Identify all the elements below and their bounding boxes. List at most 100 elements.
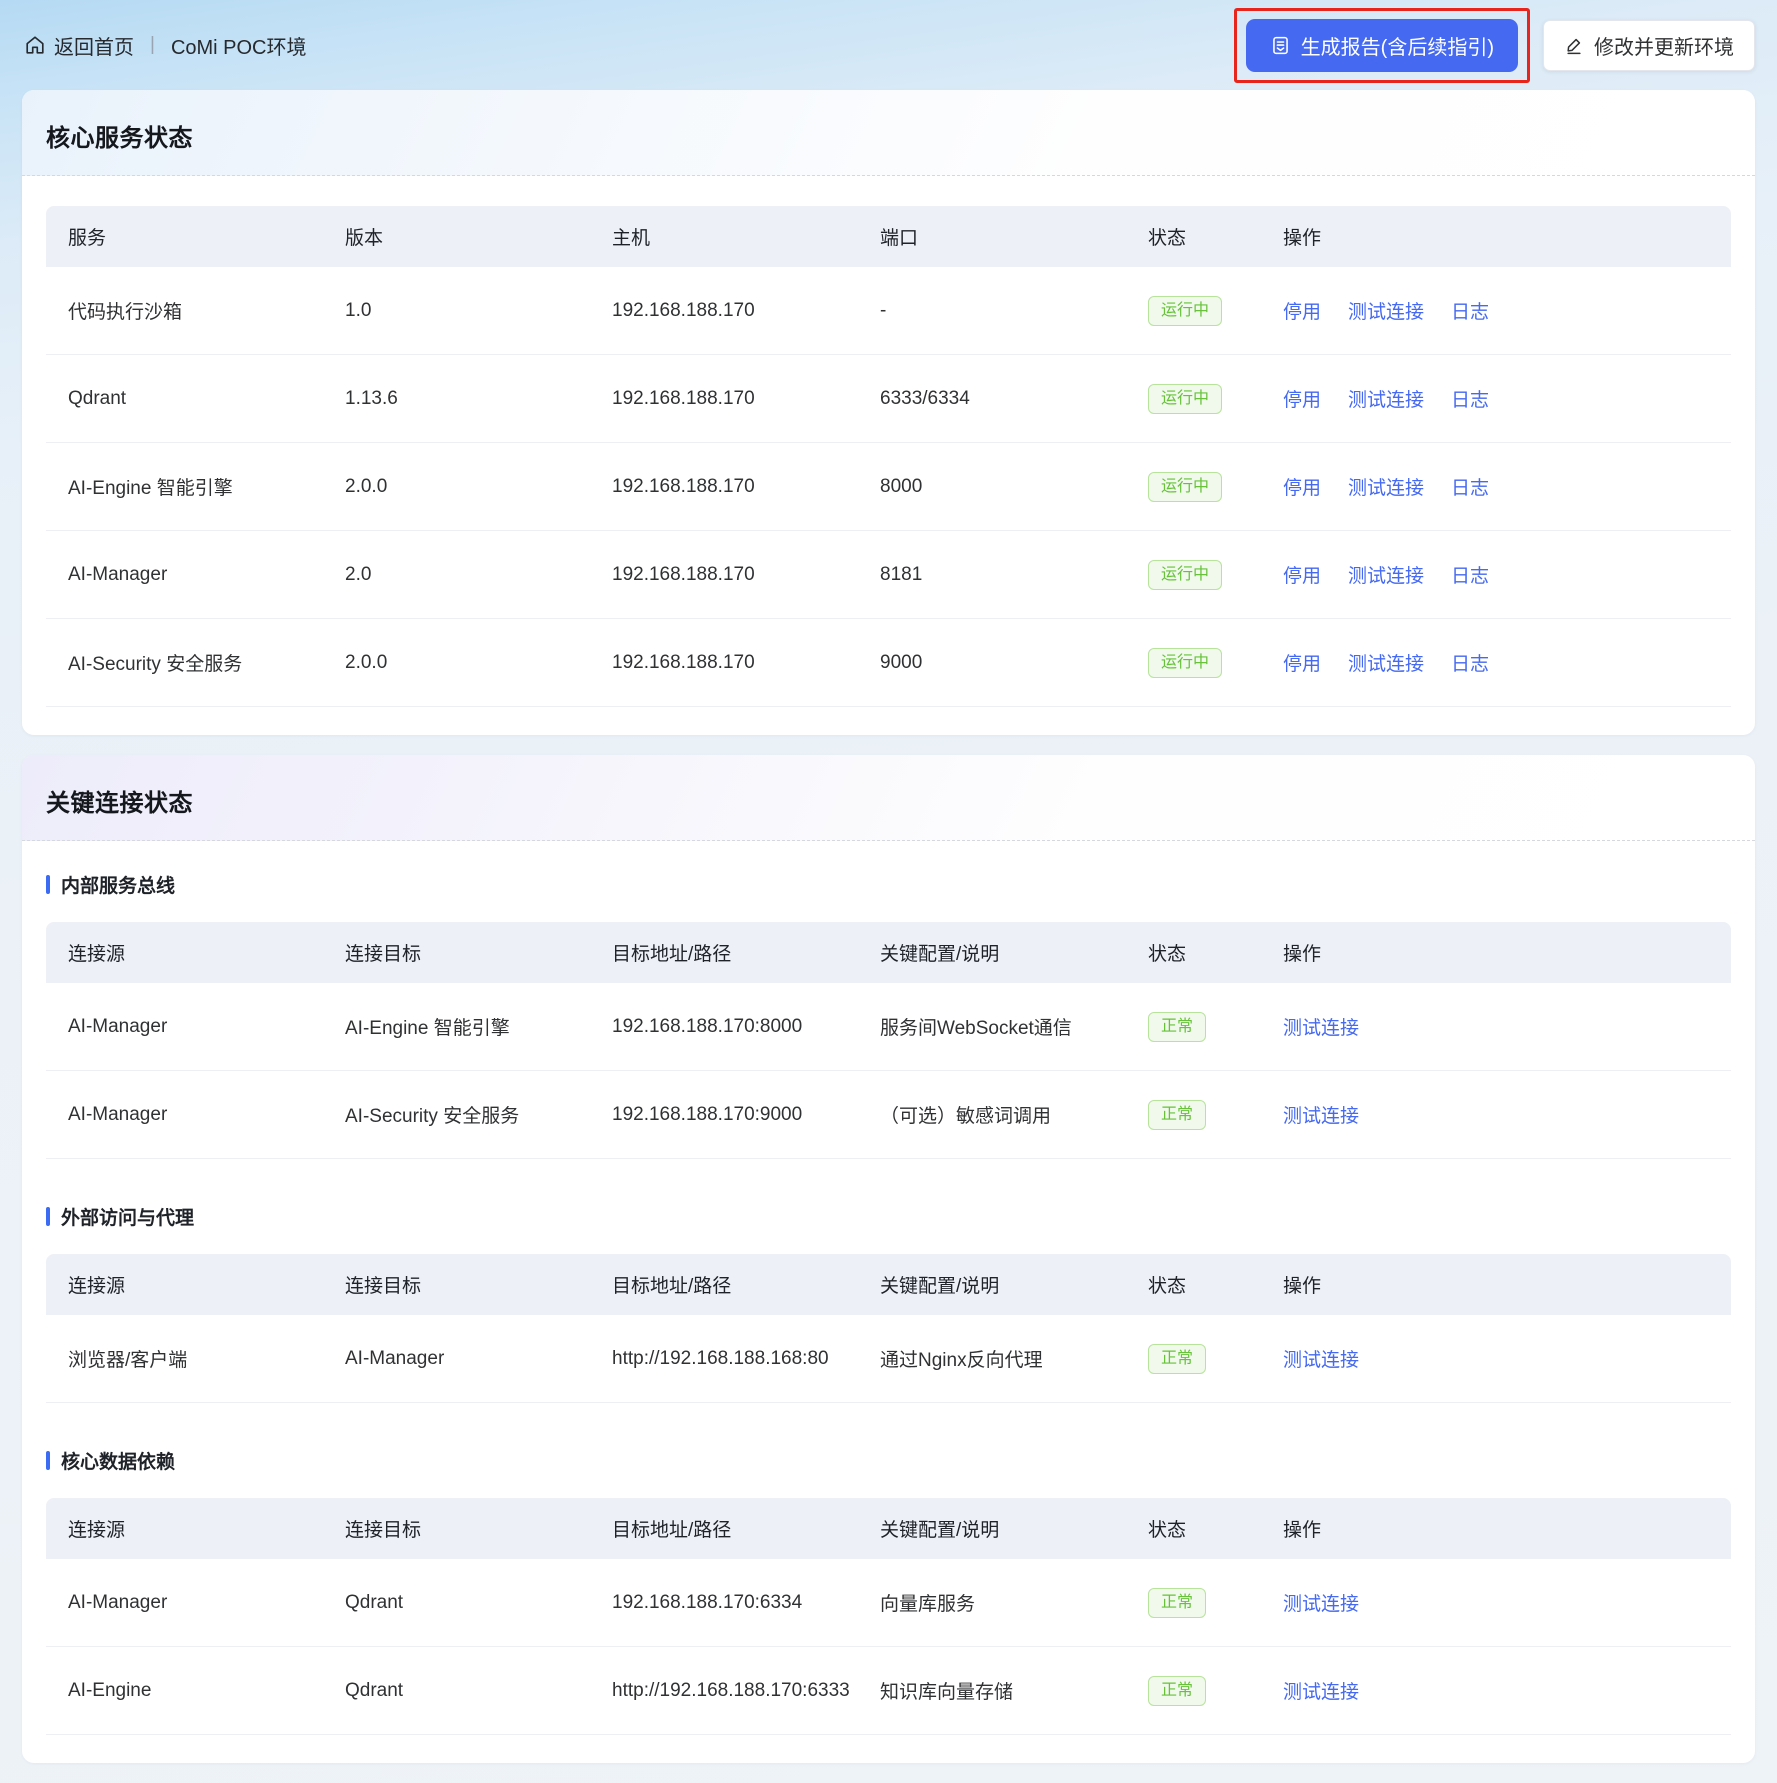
column-header-source: 连接源 (68, 944, 126, 965)
report-document-icon (1272, 36, 1288, 54)
column-header-target: 连接目标 (345, 1520, 422, 1541)
key-connections-card-header: 关键连接状态 (22, 755, 1755, 841)
status-cell: 正常 (1126, 1011, 1261, 1042)
section-name: 内部服务总线 (61, 876, 176, 897)
stop-link[interactable]: 停用 (1283, 385, 1321, 412)
key-connections-card: 关键连接状态 内部服务总线 连接源 连接目标 目标地址/路径 关键配置/说明 状… (22, 755, 1755, 1763)
connection-table-row: AI-Manager AI-Security 安全服务 192.168.188.… (46, 1071, 1731, 1159)
source-cell: AI-Engine (68, 1679, 152, 1701)
test-connection-link[interactable]: 测试连接 (1283, 1013, 1359, 1040)
actions-cell: 测试连接 (1261, 1013, 1731, 1040)
status-badge: 运行中 (1148, 295, 1223, 326)
column-header-address: 目标地址/路径 (612, 1520, 732, 1541)
test-connection-link[interactable]: 测试连接 (1348, 649, 1424, 676)
core-data-deps-table: 连接源 连接目标 目标地址/路径 关键配置/说明 状态 操作 AI-Manage… (46, 1498, 1731, 1735)
column-header-address: 目标地址/路径 (612, 1276, 732, 1297)
generate-report-button[interactable]: 生成报告(含后续指引) (1245, 18, 1518, 72)
connection-table-row: 浏览器/客户端 AI-Manager http://192.168.188.16… (46, 1315, 1731, 1403)
address-cell: 192.168.188.170:9000 (612, 1103, 803, 1125)
topbar-actions: 生成报告(含后续指引) 修改并更新环境 (1233, 7, 1755, 83)
column-header-actions: 操作 (1283, 1520, 1322, 1541)
section-bar (46, 1451, 50, 1470)
source-cell: AI-Manager (68, 1015, 168, 1037)
test-connection-link[interactable]: 测试连接 (1348, 473, 1424, 500)
column-header-target: 连接目标 (345, 944, 422, 965)
actions-cell: 停用 测试连接 日志 (1261, 649, 1731, 676)
connections-table-header: 连接源 连接目标 目标地址/路径 关键配置/说明 状态 操作 (46, 1498, 1731, 1559)
core-services-card-body: 服务 版本 主机 端口 状态 操作 代码执行沙箱 1.0 192.168.188… (22, 176, 1755, 735)
config-cell: （可选）敏感词调用 (880, 1106, 1052, 1127)
stop-link[interactable]: 停用 (1283, 297, 1321, 324)
section-bar (46, 1207, 50, 1226)
status-badge: 正常 (1148, 1099, 1207, 1130)
host-cell: 192.168.188.170 (612, 475, 755, 497)
log-link[interactable]: 日志 (1451, 473, 1489, 500)
test-connection-link[interactable]: 测试连接 (1348, 385, 1424, 412)
test-connection-link[interactable]: 测试连接 (1283, 1345, 1359, 1372)
red-annotation-highlight: 生成报告(含后续指引) (1233, 7, 1530, 83)
generate-report-label: 生成报告(含后续指引) (1300, 36, 1494, 59)
breadcrumb-divider: | (150, 34, 155, 55)
connections-table-header: 连接源 连接目标 目标地址/路径 关键配置/说明 状态 操作 (46, 1254, 1731, 1315)
column-header-source: 连接源 (68, 1520, 126, 1541)
status-cell: 运行中 (1126, 383, 1261, 414)
status-badge: 运行中 (1148, 559, 1223, 590)
service-name-cell: 代码执行沙箱 (68, 302, 183, 323)
actions-cell: 停用 测试连接 日志 (1261, 561, 1731, 588)
section-name: 外部访问与代理 (61, 1208, 195, 1229)
test-connection-link[interactable]: 测试连接 (1348, 297, 1424, 324)
log-link[interactable]: 日志 (1451, 385, 1489, 412)
service-table-row: AI-Manager 2.0 192.168.188.170 8181 运行中 … (46, 531, 1731, 619)
section-name: 核心数据依赖 (61, 1452, 176, 1473)
port-cell: 8000 (880, 475, 923, 497)
update-environment-button[interactable]: 修改并更新环境 (1543, 19, 1755, 71)
service-table-row: AI-Security 安全服务 2.0.0 192.168.188.170 9… (46, 619, 1731, 707)
services-table: 服务 版本 主机 端口 状态 操作 代码执行沙箱 1.0 192.168.188… (46, 206, 1731, 707)
edit-pencil-icon (1567, 38, 1581, 55)
service-name-cell: AI-Security 安全服务 (68, 654, 243, 675)
address-cell: 192.168.188.170:6334 (612, 1591, 803, 1613)
column-header-status: 状态 (1148, 1520, 1187, 1541)
column-header-actions: 操作 (1283, 1276, 1322, 1297)
column-header-service: 服务 (68, 228, 107, 249)
stop-link[interactable]: 停用 (1283, 649, 1321, 676)
column-header-actions: 操作 (1283, 228, 1322, 249)
core-data-deps-rows: AI-Manager Qdrant 192.168.188.170:6334 向… (46, 1559, 1731, 1735)
connections-table-header: 连接源 连接目标 目标地址/路径 关键配置/说明 状态 操作 (46, 922, 1731, 983)
config-cell: 通过Nginx反向代理 (880, 1350, 1043, 1371)
update-environment-label: 修改并更新环境 (1594, 36, 1734, 59)
status-cell: 正常 (1126, 1587, 1261, 1618)
version-cell: 2.0.0 (345, 651, 388, 673)
topbar: 返回首页 | CoMi POC环境 生成报告(含后续指引) 修改并更新环境 (0, 0, 1777, 90)
connection-table-row: AI-Engine Qdrant http://192.168.188.170:… (46, 1647, 1731, 1735)
column-header-source: 连接源 (68, 1276, 126, 1297)
stop-link[interactable]: 停用 (1283, 473, 1321, 500)
status-cell: 运行中 (1126, 559, 1261, 590)
external-access-rows: 浏览器/客户端 AI-Manager http://192.168.188.16… (46, 1315, 1731, 1403)
test-connection-link[interactable]: 测试连接 (1348, 561, 1424, 588)
test-connection-link[interactable]: 测试连接 (1283, 1677, 1359, 1704)
log-link[interactable]: 日志 (1451, 297, 1489, 324)
host-cell: 192.168.188.170 (612, 299, 755, 321)
log-link[interactable]: 日志 (1451, 561, 1489, 588)
status-badge: 正常 (1148, 1675, 1207, 1706)
host-cell: 192.168.188.170 (612, 563, 755, 585)
config-cell: 知识库向量存储 (880, 1682, 1014, 1703)
target-cell: Qdrant (345, 1679, 404, 1701)
status-badge: 正常 (1148, 1011, 1207, 1042)
port-cell: 9000 (880, 651, 923, 673)
back-home-link[interactable]: 返回首页 (24, 31, 134, 60)
services-table-header: 服务 版本 主机 端口 状态 操作 (46, 206, 1731, 267)
section-internal-service-bus: 内部服务总线 连接源 连接目标 目标地址/路径 关键配置/说明 状态 操作 AI… (46, 871, 1731, 1159)
column-header-config: 关键配置/说明 (880, 944, 1000, 965)
target-cell: Qdrant (345, 1591, 404, 1613)
column-header-status: 状态 (1148, 228, 1187, 249)
test-connection-link[interactable]: 测试连接 (1283, 1589, 1359, 1616)
test-connection-link[interactable]: 测试连接 (1283, 1101, 1359, 1128)
stop-link[interactable]: 停用 (1283, 561, 1321, 588)
version-cell: 1.13.6 (345, 387, 398, 409)
log-link[interactable]: 日志 (1451, 649, 1489, 676)
port-cell: 8181 (880, 563, 923, 585)
back-home-label: 返回首页 (54, 36, 134, 59)
internal-bus-table: 连接源 连接目标 目标地址/路径 关键配置/说明 状态 操作 AI-Manage… (46, 922, 1731, 1159)
